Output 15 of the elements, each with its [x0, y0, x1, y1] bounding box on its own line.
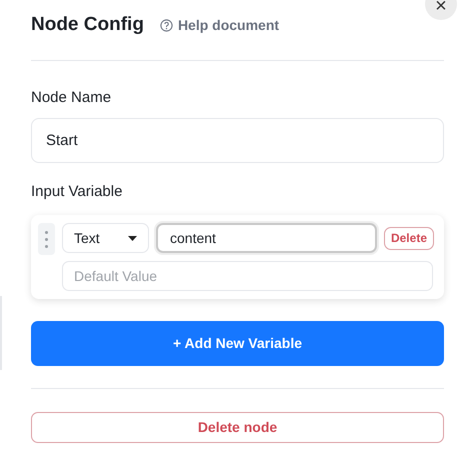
field-label: Input Variable — [31, 182, 124, 202]
close-button[interactable]: × — [425, 0, 457, 20]
delete-node-button[interactable]: Delete node — [31, 412, 444, 443]
add-variable-button[interactable]: + Add New Variable — [31, 321, 444, 366]
help-link[interactable]: Help document — [160, 14, 280, 36]
type-select[interactable]: Text — [62, 223, 149, 253]
help-icon — [160, 18, 173, 32]
node-name-field[interactable]: Start — [31, 118, 444, 162]
delete-variable-button[interactable]: Delete — [384, 226, 434, 250]
caret-icon — [128, 236, 137, 240]
panel-title: Node Config — [31, 12, 144, 37]
default-value-field[interactable]: Default Value — [62, 261, 433, 291]
field-label: Node Name — [31, 88, 112, 108]
drag-handle-icon[interactable] — [38, 223, 55, 255]
variable-name-field[interactable]: content — [156, 223, 377, 253]
